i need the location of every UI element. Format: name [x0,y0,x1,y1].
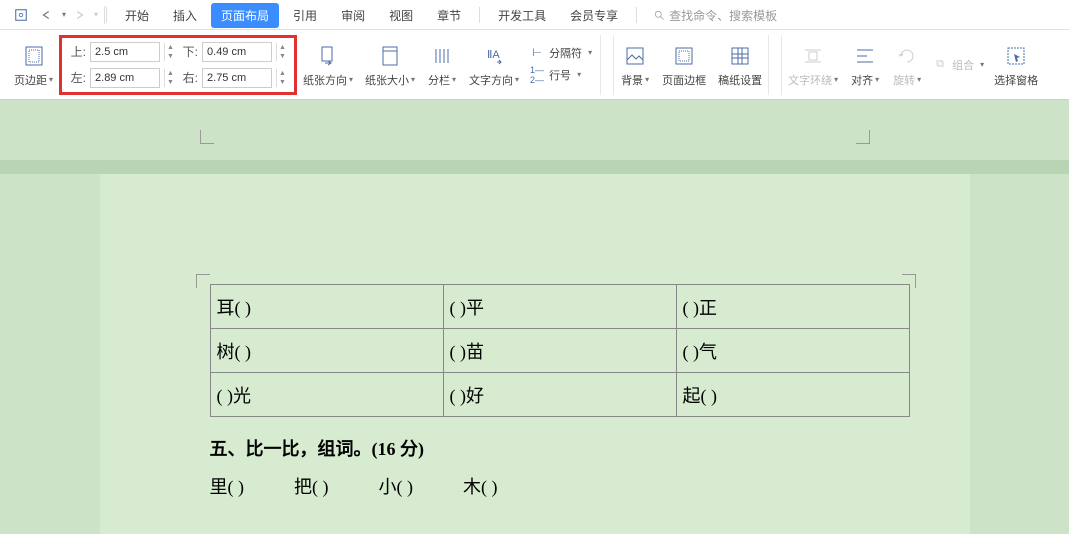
margin-top-label: 上: [68,43,86,60]
table-row: ( )光 ( )好 起( ) [210,373,909,417]
margin-right-down[interactable]: ▼ [276,78,288,87]
margin-left-down[interactable]: ▼ [164,78,176,87]
group-icon: ⧉ [932,58,948,71]
table-cell[interactable]: ( )好 [443,373,676,417]
tab-dev-tools[interactable]: 开发工具 [488,3,556,28]
columns-icon [430,42,454,70]
document-area[interactable]: 耳( ) ( )平 ( )正 树( ) ( )苗 ( )气 ( )光 [0,100,1069,534]
margin-right-label: 右: [180,69,198,86]
table-cell[interactable]: ( )平 [443,285,676,329]
text-wrap-button: 文字环绕▾ [782,40,844,90]
paper-size-label: 纸张大小 [365,72,409,88]
search-icon [653,9,665,21]
text-direction-icon: ⅡA [482,42,506,70]
search-placeholder: 查找命令、搜索模板 [669,7,777,24]
text-direction-button[interactable]: ⅡA 文字方向▾ [463,40,525,90]
page-current[interactable]: 耳( ) ( )平 ( )正 树( ) ( )苗 ( )气 ( )光 [100,174,970,534]
breaks-label: 分隔符 [549,45,582,61]
tab-page-layout[interactable]: 页面布局 [211,3,279,28]
margin-right-input[interactable]: 2.75 cm [202,68,272,88]
page-margin-icon [22,42,46,70]
background-button[interactable]: 背景▾ [614,40,656,90]
margin-right-up[interactable]: ▲ [276,69,288,78]
columns-button[interactable]: 分栏▾ [421,40,463,90]
align-label: 对齐 [851,72,873,88]
margin-bottom-label: 下: [180,43,198,60]
margin-left-input[interactable]: 2.89 cm [90,68,160,88]
paper-orientation-label: 纸张方向 [303,72,347,88]
document-line[interactable]: 里( ) 把( ) 小( ) 木( ) [210,473,910,499]
select-pane-label: 选择窗格 [994,72,1038,88]
line-number-label: 行号 [549,67,571,83]
table-cell[interactable]: ( )气 [676,329,909,373]
align-icon [853,42,877,70]
margin-bottom-up[interactable]: ▲ [276,43,288,52]
table-cell[interactable]: 起( ) [676,373,909,417]
paper-orientation-icon [316,42,340,70]
margin-top-input[interactable]: 2.5 cm [90,42,160,62]
table-cell[interactable]: ( )正 [676,285,909,329]
paper-size-icon [378,42,402,70]
margin-bottom-input[interactable]: 0.49 cm [202,42,272,62]
breaks-icon: ⊢ [529,46,545,59]
group-label: 组合 [952,57,974,73]
document-heading[interactable]: 五、比一比，组词。(16 分) [210,417,910,473]
align-button[interactable]: 对齐▾ [844,40,886,90]
page-margin-label: 页边距 [14,72,47,88]
page-border-icon [672,42,696,70]
margin-top-down[interactable]: ▼ [164,52,176,61]
margin-left-up[interactable]: ▲ [164,69,176,78]
chevron-down-icon: ▾ [49,75,53,84]
breaks-button[interactable]: ⊢ 分隔符▾ [525,44,596,62]
tab-view[interactable]: 视图 [379,3,423,28]
text-wrap-label: 文字环绕 [788,72,832,88]
document-table[interactable]: 耳( ) ( )平 ( )正 树( ) ( )苗 ( )气 ( )光 [210,284,910,417]
doc-word[interactable]: 里( ) [210,473,245,499]
text-wrap-icon [801,42,825,70]
background-label: 背景 [621,72,643,88]
select-pane-button[interactable]: 选择窗格 [988,40,1044,90]
table-cell[interactable]: ( )苗 [443,329,676,373]
table-row: 树( ) ( )苗 ( )气 [210,329,909,373]
page-border-button[interactable]: 页面边框 [656,40,712,90]
margins-input-group: 上: 2.5 cm ▲▼ 下: 0.49 cm ▲▼ 左: 2.89 cm ▲▼… [59,35,297,95]
writing-paper-button[interactable]: 稿纸设置 [712,40,768,90]
page-margin-button[interactable]: 页边距▾ [8,40,59,90]
table-cell[interactable]: ( )光 [210,373,443,417]
tab-start[interactable]: 开始 [115,3,159,28]
table-cell[interactable]: 树( ) [210,329,443,373]
rotate-icon [895,42,919,70]
page-border-label: 页面边框 [662,72,706,88]
margin-top-up[interactable]: ▲ [164,43,176,52]
columns-label: 分栏 [428,72,450,88]
line-number-icon: 1—2— [529,65,545,85]
paper-orientation-button[interactable]: 纸张方向▾ [297,40,359,90]
line-number-button[interactable]: 1—2— 行号▾ [525,64,596,86]
background-icon [623,42,647,70]
writing-paper-icon [728,42,752,70]
tab-review[interactable]: 审阅 [331,3,375,28]
writing-paper-label: 稿纸设置 [718,72,762,88]
doc-word[interactable]: 小( ) [379,473,414,499]
doc-word[interactable]: 把( ) [294,473,329,499]
paper-size-button[interactable]: 纸张大小▾ [359,40,421,90]
tab-insert[interactable]: 插入 [163,3,207,28]
text-direction-label: 文字方向 [469,72,513,88]
search-input[interactable]: 查找命令、搜索模板 [653,7,777,24]
margin-left-label: 左: [68,69,86,86]
rotate-label: 旋转 [893,72,915,88]
table-cell[interactable]: 耳( ) [210,285,443,329]
tab-reference[interactable]: 引用 [283,3,327,28]
rotate-button: 旋转▾ [886,40,928,90]
page-previous-bottom [100,100,970,160]
table-row: 耳( ) ( )平 ( )正 [210,285,909,329]
select-pane-icon [1004,42,1028,70]
tab-member[interactable]: 会员专享 [560,3,628,28]
tab-chapter[interactable]: 章节 [427,3,471,28]
margin-bottom-down[interactable]: ▼ [276,52,288,61]
doc-word[interactable]: 木( ) [463,473,498,499]
group-button: ⧉ 组合▾ [928,56,988,74]
svg-text:ⅡA: ⅡA [487,49,500,61]
